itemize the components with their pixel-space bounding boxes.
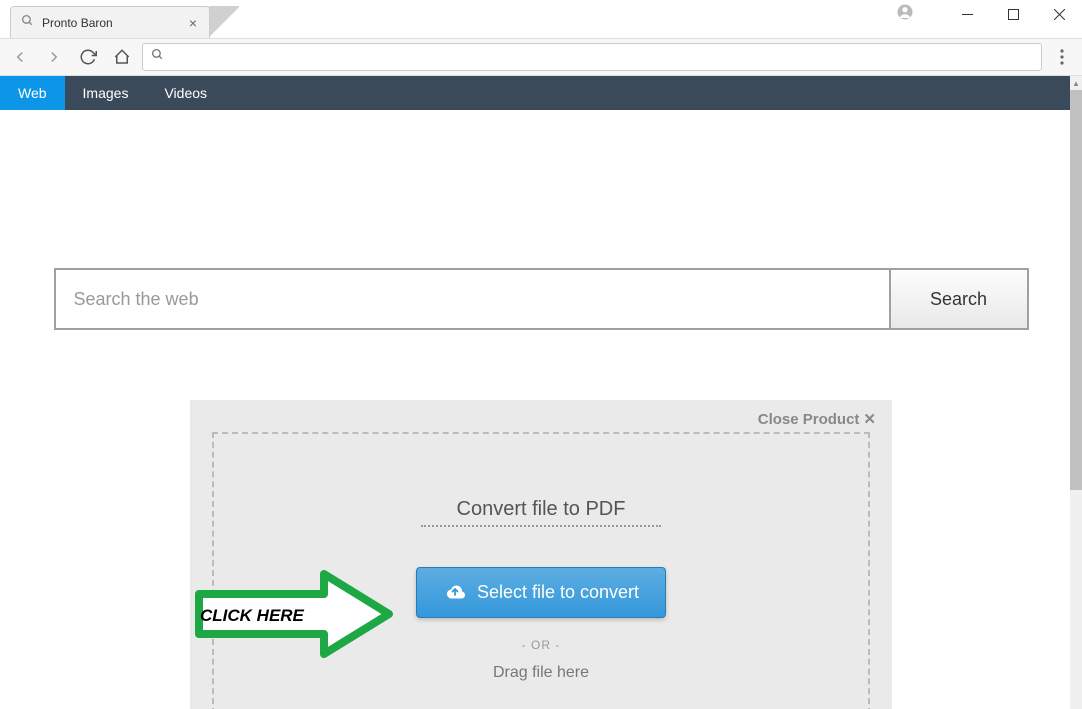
search-input[interactable]: [54, 268, 889, 330]
select-file-button[interactable]: Select file to convert: [416, 567, 666, 618]
tab-shape-trail: [209, 6, 239, 38]
forward-button: [40, 43, 68, 71]
address-bar: [0, 38, 1082, 76]
close-tab-icon[interactable]: ×: [187, 13, 199, 33]
pdf-converter-widget: Close Product✕ Convert file to PDF Selec…: [190, 400, 892, 709]
cloud-upload-icon: [443, 580, 467, 605]
scroll-up-icon[interactable]: ▲: [1070, 76, 1082, 90]
drag-hint: Drag file here: [234, 664, 848, 682]
home-button[interactable]: [108, 43, 136, 71]
tab-web[interactable]: Web: [0, 76, 65, 110]
click-here-text: CLICK HERE: [200, 606, 304, 626]
close-product-link[interactable]: Close Product✕: [190, 410, 892, 432]
drop-zone[interactable]: Convert file to PDF Select file to conve…: [212, 432, 870, 709]
browser-tab[interactable]: Pronto Baron ×: [10, 6, 210, 38]
back-button: [6, 43, 34, 71]
maximize-button[interactable]: [990, 0, 1036, 28]
tab-title: Pronto Baron: [42, 16, 187, 30]
site-nav-tabs: Web Images Videos: [0, 76, 1070, 110]
search-button[interactable]: Search: [889, 268, 1029, 330]
close-product-label: Close Product: [758, 411, 860, 428]
close-window-button[interactable]: [1036, 0, 1082, 28]
minimize-button[interactable]: [944, 0, 990, 28]
url-omnibox[interactable]: [142, 43, 1042, 71]
user-account-icon[interactable]: [896, 3, 914, 26]
reload-button[interactable]: [74, 43, 102, 71]
select-file-label: Select file to convert: [477, 582, 639, 603]
click-here-annotation: CLICK HERE: [194, 564, 394, 664]
browser-menu-button[interactable]: [1048, 43, 1076, 71]
url-input[interactable]: [170, 50, 1033, 65]
scrollbar[interactable]: ▲: [1070, 76, 1082, 709]
scrollbar-thumb[interactable]: [1070, 90, 1082, 490]
search-icon: [151, 48, 164, 66]
title-underline: [421, 525, 661, 527]
search-icon: [21, 14, 34, 32]
tab-images[interactable]: Images: [65, 76, 147, 110]
close-icon: ✕: [863, 411, 876, 428]
tab-videos[interactable]: Videos: [146, 76, 225, 110]
convert-title: Convert file to PDF: [457, 498, 626, 521]
